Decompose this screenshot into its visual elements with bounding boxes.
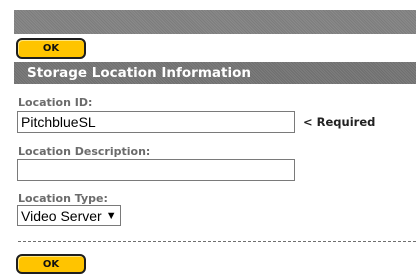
ok-button-bottom[interactable]: OK bbox=[16, 254, 86, 274]
location-description-label: Location Description: bbox=[18, 145, 151, 158]
location-id-label: Location ID: bbox=[18, 96, 93, 109]
location-type-value: Video Server bbox=[21, 207, 102, 224]
required-note: < Required bbox=[303, 115, 376, 129]
location-description-input[interactable] bbox=[17, 159, 295, 181]
dashed-divider bbox=[18, 241, 416, 242]
ok-button-top[interactable]: OK bbox=[16, 38, 86, 59]
location-type-select[interactable]: Video Server ▼ bbox=[17, 205, 121, 226]
section-header: Storage Location Information bbox=[14, 62, 416, 84]
dropdown-arrow-icon: ▼ bbox=[105, 209, 117, 222]
location-id-input[interactable] bbox=[17, 111, 295, 133]
top-bar bbox=[14, 10, 416, 34]
location-type-label: Location Type: bbox=[18, 192, 108, 205]
